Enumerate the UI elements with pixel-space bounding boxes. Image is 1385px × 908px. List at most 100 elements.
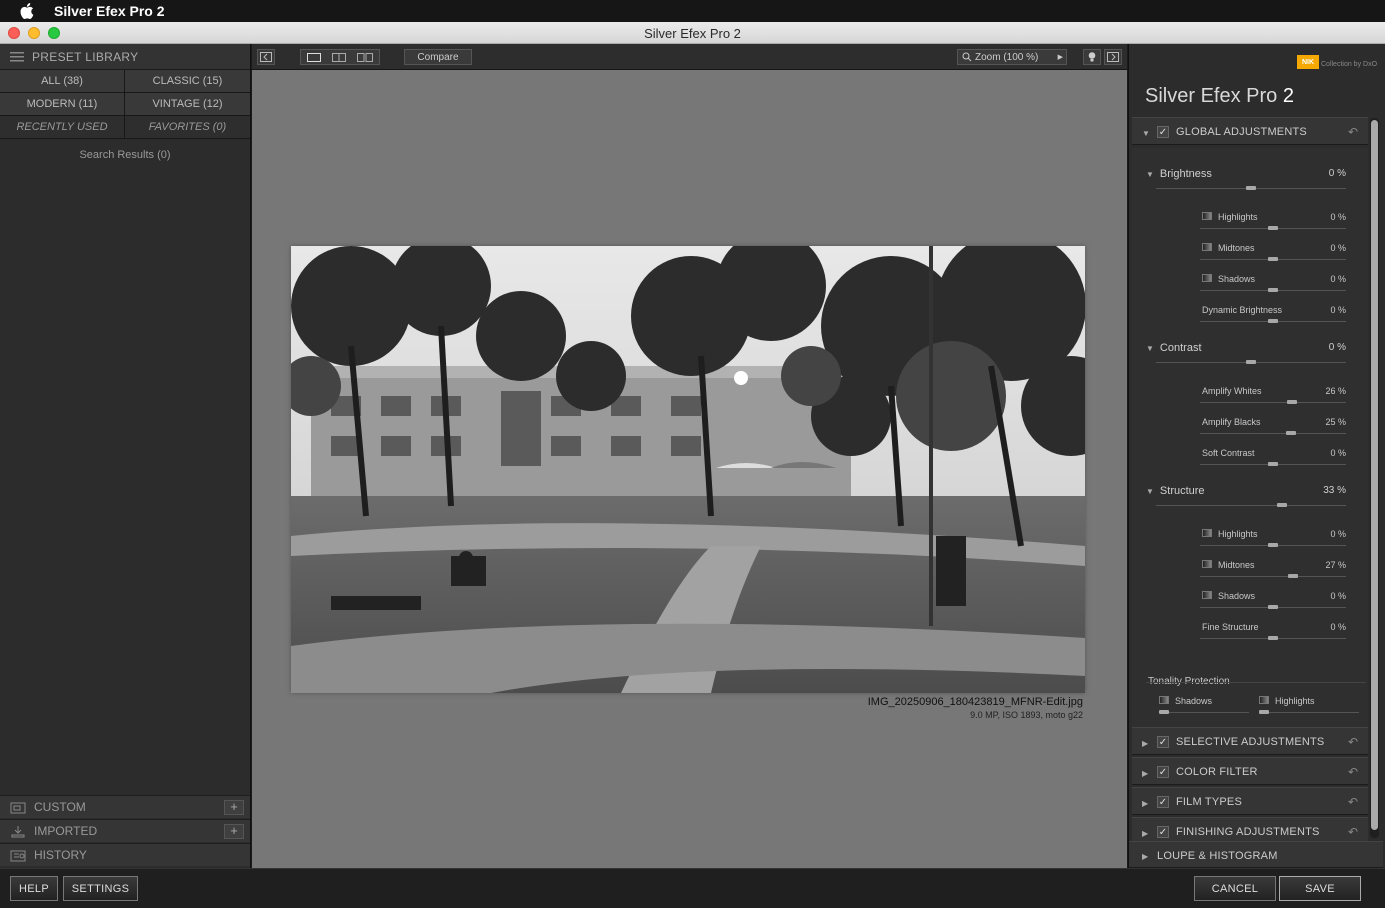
amplify-blacks-slider[interactable]: [1200, 433, 1346, 434]
contrast-heading[interactable]: ▼ Contrast: [1146, 342, 1202, 354]
cancel-button[interactable]: CANCEL: [1194, 876, 1276, 901]
apple-logo-icon[interactable]: [20, 3, 34, 19]
expand-arrow-icon[interactable]: ▶: [1142, 799, 1148, 808]
structure-midtones-slider-thumb[interactable]: [1287, 574, 1298, 578]
single-view-icon[interactable]: [306, 52, 321, 62]
help-button[interactable]: HELP: [10, 876, 58, 901]
imported-presets-row[interactable]: IMPORTED +: [0, 819, 250, 842]
zoom-control[interactable]: Zoom (100 %) ▶: [957, 49, 1067, 65]
tonality-highlights-slider-thumb[interactable]: [1259, 710, 1269, 714]
window-title: Silver Efex Pro 2: [644, 26, 741, 41]
toggle-controls-button[interactable]: [1104, 49, 1122, 65]
fine-structure-slider-thumb[interactable]: [1268, 636, 1278, 640]
expand-arrow-icon[interactable]: ▶: [1142, 852, 1148, 861]
shadows-swatch-icon: [1202, 591, 1212, 599]
amplify-blacks-slider-thumb[interactable]: [1286, 431, 1297, 435]
tonality-highlights-slider[interactable]: [1259, 712, 1359, 713]
filter-favorites[interactable]: FAVORITES (0): [125, 116, 250, 138]
dynamic-brightness-value: 0 %: [1330, 305, 1346, 315]
soft-contrast-slider-thumb[interactable]: [1268, 462, 1278, 466]
structure-shadows-slider-thumb[interactable]: [1268, 605, 1278, 609]
structure-slider-thumb[interactable]: [1277, 503, 1288, 507]
loupe-histogram-label: LOUPE & HISTOGRAM: [1157, 850, 1278, 862]
custom-presets-row[interactable]: CUSTOM +: [0, 795, 250, 818]
expand-arrow-icon[interactable]: ▶: [1142, 829, 1148, 838]
compare-button[interactable]: Compare: [404, 49, 472, 65]
amplify-whites-slider-thumb[interactable]: [1286, 400, 1297, 404]
filter-modern[interactable]: MODERN (11): [0, 93, 124, 115]
filter-classic[interactable]: CLASSIC (15): [125, 70, 250, 92]
tonality-shadows-slider-thumb[interactable]: [1159, 710, 1169, 714]
brightness-slider-thumb[interactable]: [1246, 186, 1256, 190]
collapse-arrow-icon[interactable]: ▼: [1146, 170, 1154, 179]
toggle-library-button[interactable]: [257, 49, 275, 65]
selective-adjustments-header[interactable]: ▶ ✓ SELECTIVE ADJUSTMENTS ↶: [1132, 727, 1368, 755]
structure-slider[interactable]: [1156, 505, 1346, 506]
window-title-bar: Silver Efex Pro 2: [0, 22, 1385, 44]
amplify-whites-slider[interactable]: [1200, 402, 1346, 403]
reset-global-icon[interactable]: ↶: [1348, 125, 1358, 139]
amplify-blacks-label: Amplify Blacks: [1202, 417, 1261, 427]
brightness-shadows-value: 0 %: [1330, 274, 1346, 284]
preview-photo[interactable]: [291, 246, 1085, 693]
film-types-header[interactable]: ▶ ✓ FILM TYPES ↶: [1132, 787, 1368, 815]
brightness-highlights-value: 0 %: [1330, 212, 1346, 222]
preset-library-header[interactable]: PRESET LIBRARY: [0, 44, 250, 70]
filter-recently-used[interactable]: RECENTLY USED: [0, 116, 124, 138]
collapse-arrow-icon[interactable]: ▼: [1146, 487, 1154, 496]
adjustments-scrollbar[interactable]: [1370, 118, 1379, 838]
tonality-highlights-label: Highlights: [1275, 696, 1315, 706]
brightness-midtones-slider-thumb[interactable]: [1268, 257, 1278, 261]
structure-highlights-slider-thumb[interactable]: [1268, 543, 1278, 547]
preset-filter-grid: ALL (38) CLASSIC (15) MODERN (11) VINTAG…: [0, 70, 250, 139]
dynamic-brightness-slider-thumb[interactable]: [1268, 319, 1278, 323]
reset-selective-icon[interactable]: ↶: [1348, 735, 1358, 749]
color-filter-header[interactable]: ▶ ✓ COLOR FILTER ↶: [1132, 757, 1368, 785]
app-title: Silver Efex Pro 2: [1145, 85, 1294, 108]
loupe-histogram-header[interactable]: ▶ LOUPE & HISTOGRAM: [1129, 841, 1383, 868]
filter-all[interactable]: ALL (38): [0, 70, 124, 92]
global-adjustments-header[interactable]: ▼ ✓ GLOBAL ADJUSTMENTS ↶: [1132, 117, 1368, 145]
save-button[interactable]: SAVE: [1279, 876, 1361, 901]
collapse-arrow-icon[interactable]: ▼: [1142, 129, 1150, 138]
view-mode-group: [300, 49, 380, 65]
reset-finishing-icon[interactable]: ↶: [1348, 825, 1358, 839]
collapse-arrow-icon[interactable]: ▼: [1146, 344, 1154, 353]
color-filter-enabled-checkbox[interactable]: ✓: [1157, 766, 1169, 778]
structure-highlights-label: Highlights: [1218, 529, 1258, 539]
zoom-arrow-icon[interactable]: ▶: [1058, 53, 1063, 61]
tonality-shadows-slider[interactable]: [1159, 712, 1249, 713]
selective-enabled-checkbox[interactable]: ✓: [1157, 736, 1169, 748]
settings-button[interactable]: SETTINGS: [63, 876, 138, 901]
history-row[interactable]: HISTORY: [0, 843, 250, 866]
custom-folder-icon: [10, 802, 26, 813]
reset-color-filter-icon[interactable]: ↶: [1348, 765, 1358, 779]
reset-film-types-icon[interactable]: ↶: [1348, 795, 1358, 809]
background-toggle-button[interactable]: [1083, 49, 1101, 65]
finishing-adjustments-label: FINISHING ADJUSTMENTS: [1176, 826, 1320, 838]
filter-vintage[interactable]: VINTAGE (12): [125, 93, 250, 115]
finishing-enabled-checkbox[interactable]: ✓: [1157, 826, 1169, 838]
structure-heading[interactable]: ▼ Structure: [1146, 485, 1205, 497]
brightness-highlights-slider-thumb[interactable]: [1268, 226, 1278, 230]
scrollbar-thumb[interactable]: [1371, 120, 1378, 830]
global-enabled-checkbox[interactable]: ✓: [1157, 126, 1169, 138]
contrast-slider-thumb[interactable]: [1246, 360, 1256, 364]
brightness-shadows-slider-thumb[interactable]: [1268, 288, 1278, 292]
expand-arrow-icon[interactable]: ▶: [1142, 739, 1148, 748]
brightness-heading[interactable]: ▼ Brightness: [1146, 168, 1212, 180]
selective-adjustments-label: SELECTIVE ADJUSTMENTS: [1176, 736, 1325, 748]
midtones-swatch-icon: [1202, 560, 1212, 568]
app-menu-name[interactable]: Silver Efex Pro 2: [54, 3, 165, 19]
film-types-enabled-checkbox[interactable]: ✓: [1157, 796, 1169, 808]
split-view-icon[interactable]: [331, 52, 346, 62]
color-filter-label: COLOR FILTER: [1176, 766, 1258, 778]
side-by-side-view-icon[interactable]: [357, 52, 374, 62]
shadows-swatch-icon: [1202, 274, 1212, 282]
add-custom-button[interactable]: +: [224, 800, 244, 815]
expand-arrow-icon[interactable]: ▶: [1142, 769, 1148, 778]
brightness-shadows-label: Shadows: [1218, 274, 1256, 284]
highlights-swatch-icon: [1259, 696, 1269, 704]
add-imported-button[interactable]: +: [224, 824, 244, 839]
structure-midtones-slider[interactable]: [1200, 576, 1346, 577]
